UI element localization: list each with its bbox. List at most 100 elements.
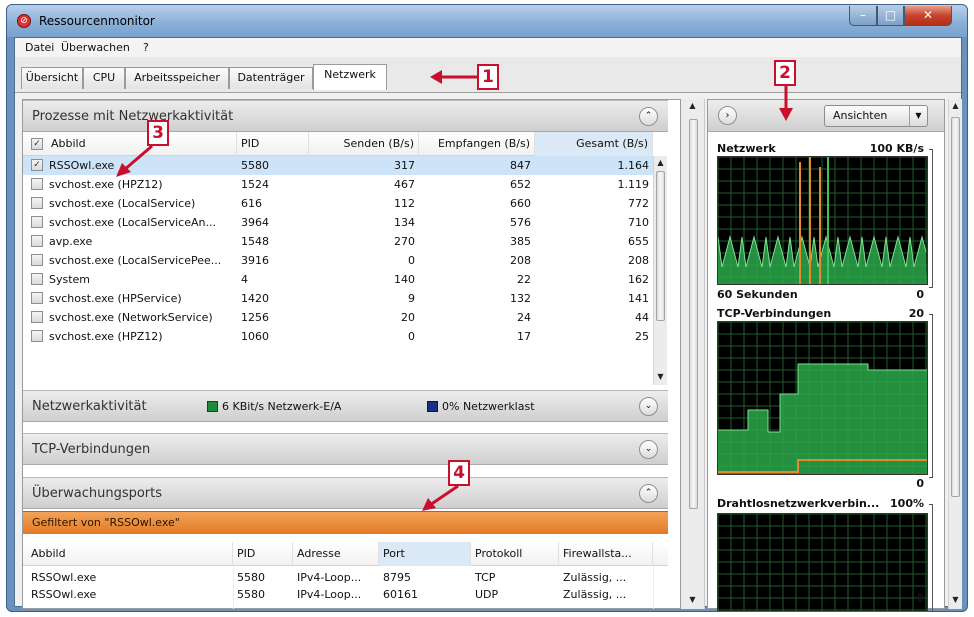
chevron-right-icon[interactable]: ›	[718, 106, 737, 125]
filter-bar: Gefiltert von "RSSOwl.exe"	[23, 511, 668, 534]
process-recv: 652	[510, 178, 531, 191]
processes-section-header[interactable]: Prozesse mit Netzwerkaktivität ⌃	[23, 100, 668, 132]
process-checkbox[interactable]	[31, 330, 43, 342]
column-divider	[653, 566, 654, 609]
process-checkbox[interactable]	[31, 197, 43, 209]
process-row[interactable]: svchost.exe (LocalService) 616 112 660 772	[23, 194, 653, 213]
scroll-down-arrow[interactable]: ▼	[654, 370, 667, 384]
tcp-section-header[interactable]: TCP-Verbindungen ⌄	[23, 433, 668, 465]
process-total: 1.164	[617, 159, 650, 172]
process-row[interactable]: svchost.exe (HPService) 1420 9 132 141	[23, 289, 653, 308]
process-total: 25	[635, 330, 649, 343]
process-name: svchost.exe (NetworkService)	[49, 311, 213, 324]
minimize-button[interactable]: –	[849, 6, 877, 26]
scroll-up-arrow[interactable]: ▲	[949, 99, 962, 113]
process-row[interactable]: svchost.exe (NetworkService) 1256 20 24 44	[23, 308, 653, 327]
port-process-name: RSSOwl.exe	[31, 588, 97, 601]
column-port[interactable]: Port	[379, 542, 471, 566]
process-send: 467	[394, 178, 415, 191]
column-abbild[interactable]: Abbild	[27, 542, 233, 566]
load-legend-swatch	[427, 401, 438, 412]
chevron-down-icon[interactable]: ⌄	[639, 397, 658, 416]
process-row[interactable]: svchost.exe (HPZ12) 1060 0 17 25	[23, 327, 653, 346]
process-name: avp.exe	[49, 235, 93, 248]
tab-uebersicht[interactable]: Übersicht	[21, 67, 83, 89]
tab-cpu[interactable]: CPU	[83, 67, 125, 89]
chevron-up-icon[interactable]: ⌃	[639, 107, 658, 126]
scroll-down-arrow[interactable]: ▼	[949, 593, 962, 607]
process-checkbox[interactable]	[31, 235, 43, 247]
process-name: svchost.exe (HPZ12)	[49, 330, 163, 343]
process-pid: 1256	[241, 311, 269, 324]
scroll-thumb[interactable]	[951, 117, 960, 497]
column-firewallstatus[interactable]: Firewallsta...	[559, 542, 653, 566]
process-total: 208	[628, 254, 649, 267]
dropdown-arrow-icon[interactable]: ▼	[909, 106, 927, 126]
port-protocol: UDP	[475, 588, 499, 601]
port-row[interactable]: RSSOwl.exe 5580 IPv4-Loop... 8795 TCP Zulässi…	[23, 568, 653, 585]
port-pid: 5580	[237, 588, 265, 601]
column-protokoll[interactable]: Protokoll	[471, 542, 559, 566]
ports-section-header[interactable]: Überwachungsports ⌃	[23, 477, 668, 509]
process-row[interactable]: svchost.exe (LocalServiceAn... 3964 134 576…	[23, 213, 653, 232]
process-pid: 3916	[241, 254, 269, 267]
port-firewall-status: Zulässig, ...	[563, 588, 627, 601]
scroll-down-arrow[interactable]: ▼	[686, 593, 699, 607]
process-pid: 1548	[241, 235, 269, 248]
process-checkbox[interactable]	[31, 311, 43, 323]
process-checkbox[interactable]	[31, 216, 43, 228]
process-total: 141	[628, 292, 649, 305]
port-number: 60161	[383, 588, 418, 601]
column-gesamt[interactable]: Gesamt (B/s)	[535, 132, 653, 156]
views-dropdown[interactable]: Ansichten ▼	[824, 105, 928, 127]
left-pane-scroll-thumb[interactable]	[689, 119, 698, 509]
process-recv: 22	[517, 273, 531, 286]
column-senden[interactable]: Senden (B/s)	[309, 132, 419, 156]
process-total: 710	[628, 216, 649, 229]
process-pid: 1420	[241, 292, 269, 305]
wlan-graph	[717, 513, 928, 611]
column-adresse[interactable]: Adresse	[293, 542, 379, 566]
process-send: 270	[394, 235, 415, 248]
graph-network-footer-left: 60 Sekunden	[717, 288, 798, 301]
process-row[interactable]: avp.exe 1548 270 385 655	[23, 232, 653, 251]
resource-monitor-app-icon: ⊘	[17, 14, 31, 28]
pane-splitter[interactable]: ▲ ▼	[681, 99, 705, 609]
resource-monitor-window: ⊘ Ressourcenmonitor – □ ✕ Datei Überwach…	[6, 4, 968, 612]
process-checkbox[interactable]	[31, 273, 43, 285]
process-checkbox[interactable]: ✓	[31, 159, 43, 171]
chevron-up-icon[interactable]: ⌃	[639, 484, 658, 503]
process-row[interactable]: System 4 140 22 162	[23, 270, 653, 289]
process-name: svchost.exe (HPService)	[49, 292, 182, 305]
close-button[interactable]: ✕	[904, 6, 952, 26]
scroll-up-arrow[interactable]: ▲	[654, 156, 667, 170]
views-button-label: Ansichten	[833, 109, 888, 122]
processes-scrollbar[interactable]: ▲ ▼	[653, 156, 667, 385]
port-row[interactable]: RSSOwl.exe 5580 IPv4-Loop... 60161 UDP Zuläss…	[23, 585, 653, 602]
tab-datentraeger[interactable]: Datenträger	[229, 67, 313, 89]
graph-tcp-max: 20	[908, 307, 924, 320]
network-activity-title: Netzwerkaktivität	[32, 399, 147, 414]
process-pid: 3964	[241, 216, 269, 229]
process-row[interactable]: svchost.exe (LocalServicePee... 3916 0 208 2…	[23, 251, 653, 270]
menu-help[interactable]: ?	[143, 41, 149, 54]
menu-ueberwachen[interactable]: Überwachen	[61, 41, 130, 54]
column-pid[interactable]: PID	[237, 132, 309, 156]
process-checkbox[interactable]	[31, 254, 43, 266]
menu-datei[interactable]: Datei	[25, 41, 54, 54]
tab-arbeitsspeicher[interactable]: Arbeitsspeicher	[125, 67, 229, 89]
tab-netzwerk[interactable]: Netzwerk	[313, 64, 387, 90]
network-activity-section-header[interactable]: Netzwerkaktivität 6 KBit/s Netzwerk-E/A …	[23, 390, 668, 422]
select-all-checkbox[interactable]: ✓	[31, 138, 43, 150]
process-checkbox[interactable]	[31, 178, 43, 190]
process-checkbox[interactable]	[31, 292, 43, 304]
column-empfangen[interactable]: Empfangen (B/s)	[419, 132, 535, 156]
right-pane-scrollbar[interactable]: ▲ ▼	[948, 99, 962, 609]
column-pid[interactable]: PID	[233, 542, 293, 566]
scroll-up-arrow[interactable]: ▲	[686, 99, 699, 113]
maximize-button[interactable]: □	[877, 6, 904, 26]
chevron-down-icon[interactable]: ⌄	[639, 440, 658, 459]
scroll-thumb[interactable]	[656, 171, 665, 321]
process-pid: 1524	[241, 178, 269, 191]
process-recv: 847	[510, 159, 531, 172]
